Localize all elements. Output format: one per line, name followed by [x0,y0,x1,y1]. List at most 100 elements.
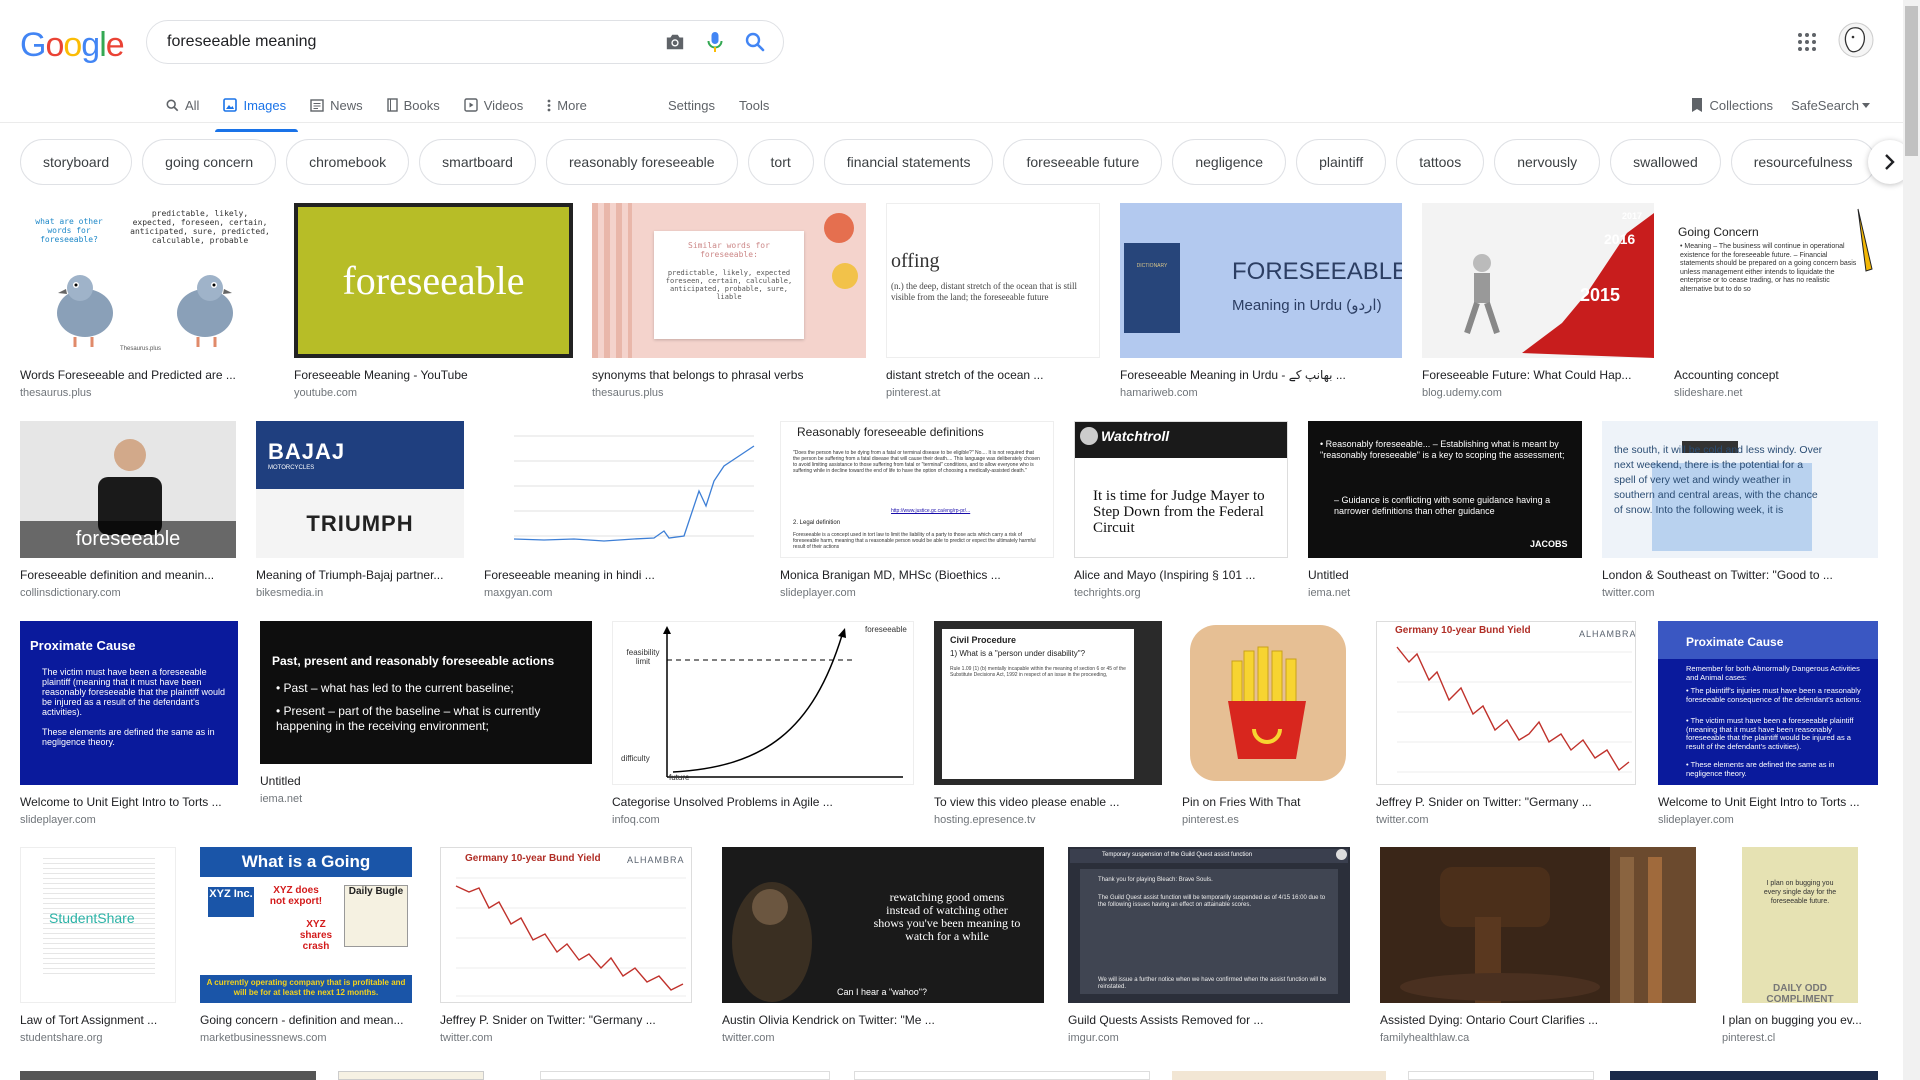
result-domain[interactable]: slideplayer.com [780,587,1054,600]
tab-news[interactable]: News [310,88,375,122]
result-title[interactable]: Accounting concept [1674,368,1880,383]
result-title[interactable]: synonyms that belongs to phrasal verbs [592,368,866,383]
result-thumbnail[interactable] [1172,1071,1386,1080]
result-thumbnail[interactable]: offing (n.) the deep, distant stretch of… [886,203,1100,358]
result-domain[interactable]: infoq.com [612,814,914,827]
result-thumbnail[interactable]: Similar words for foreseeable: predictab… [592,203,866,358]
result-title[interactable]: Untitled [260,774,592,789]
result-domain[interactable]: thesaurus.plus [20,387,274,400]
chip[interactable]: going concern [142,139,277,185]
result-domain[interactable]: techrights.org [1074,587,1288,600]
result-title[interactable]: Jeffrey P. Snider on Twitter: "Germany .… [440,1013,692,1028]
result-thumbnail[interactable] [338,1071,484,1080]
image-result[interactable]: foreseeable Foreseeable Meaning - YouTub… [294,203,573,400]
settings-link[interactable]: Settings [668,88,715,122]
tab-books[interactable]: Books [386,88,452,122]
chip[interactable]: resourcefulness [1730,139,1876,185]
result-domain[interactable]: twitter.com [440,1032,692,1045]
chip[interactable]: smartboard [419,139,536,185]
result-thumbnail[interactable]: rewatching good omens instead of watchin… [722,847,1044,1003]
image-result[interactable]: Foreseeable meaning in hindi ... maxgyan… [484,421,760,600]
result-domain[interactable]: imgur.com [1068,1032,1350,1045]
result-domain[interactable]: familyhealthlaw.ca [1380,1032,1696,1045]
result-title[interactable]: Untitled [1308,568,1582,583]
camera-icon[interactable] [655,22,695,62]
result-domain[interactable]: twitter.com [722,1032,1044,1045]
result-title[interactable]: Foreseeable Meaning in Urdu - بھانپ کے .… [1120,368,1402,383]
tab-all[interactable]: All [166,88,211,122]
collections-link[interactable]: Collections [1691,97,1773,113]
result-thumbnail[interactable]: • Reasonably foreseeable... – Establishi… [1308,421,1582,558]
result-thumbnail[interactable] [1182,621,1352,785]
result-thumbnail[interactable] [854,1071,1150,1080]
result-thumbnail[interactable]: foreseeable [294,203,573,358]
result-title[interactable]: Monica Branigan MD, MHSc (Bioethics ... [780,568,1054,583]
image-result[interactable]: Temporary suspension of the Guild Quest … [1068,847,1350,1045]
chip[interactable]: financial statements [823,139,994,185]
result-title[interactable]: To view this video please enable ... [934,795,1162,810]
chip[interactable]: swallowed [1610,139,1721,185]
account-avatar[interactable] [1838,22,1874,58]
result-title[interactable]: Alice and Mayo (Inspiring § 101 ... [1074,568,1288,583]
result-thumbnail[interactable]: Germany 10-year Bund Yield ALHAMBRA [440,847,692,1003]
result-domain[interactable]: hamariweb.com [1120,387,1402,400]
result-thumbnail[interactable] [1610,1071,1878,1080]
image-result[interactable]: Germany 10-year Bund Yield ALHAMBRA Jeff… [440,847,692,1045]
result-title[interactable]: distant stretch of the ocean ... [886,368,1100,383]
result-thumbnail[interactable]: I plan on bugging you every single day f… [1722,847,1878,1003]
result-title[interactable]: Assisted Dying: Ontario Court Clarifies … [1380,1013,1696,1028]
image-result[interactable]: Going Concern • Meaning – The business w… [1674,203,1880,400]
result-domain[interactable]: marketbusinessnews.com [200,1032,412,1045]
result-thumbnail[interactable]: the south, it will be cold and less wind… [1602,421,1878,558]
result-title[interactable]: Austin Olivia Kendrick on Twitter: "Me .… [722,1013,1044,1028]
result-thumbnail[interactable]: Proximate Cause Remember for both Abnorm… [1658,621,1878,785]
result-title[interactable]: Foreseeable Future: What Could Hap... [1422,368,1654,383]
image-result[interactable]: 2015 2016 2017 Foreseeable Future: What … [1422,203,1654,400]
result-domain[interactable]: bikesmedia.in [256,587,464,600]
result-thumbnail[interactable]: Watchtroll It is time for Judge Mayer to… [1074,421,1288,558]
result-thumbnail[interactable]: 2015 2016 2017 [1422,203,1654,358]
chip[interactable]: plaintiff [1296,139,1387,185]
chip[interactable]: storyboard [20,139,133,185]
result-title[interactable]: Words Foreseeable and Predicted are ... [20,368,274,383]
image-result[interactable]: Germany 10-year Bund Yield ALHAMBRA Jeff… [1376,621,1636,827]
apps-grid-icon[interactable] [1795,30,1819,54]
result-domain[interactable]: hosting.epresence.tv [934,814,1162,827]
image-result[interactable]: Assisted Dying: Ontario Court Clarifies … [1380,847,1696,1045]
image-result[interactable]: Watchtroll It is time for Judge Mayer to… [1074,421,1288,600]
result-thumbnail[interactable]: BAJAJ MOTORCYCLES TRIUMPH [256,421,464,558]
image-result[interactable]: Civil Procedure 1) What is a "person und… [934,621,1162,827]
chip[interactable]: tattoos [1396,139,1485,185]
result-thumbnail[interactable]: Germany 10-year Bund Yield ALHAMBRA [1376,621,1636,785]
result-title[interactable]: Law of Tort Assignment ... [20,1013,176,1028]
result-title[interactable]: Foreseeable Meaning - YouTube [294,368,573,383]
result-domain[interactable]: pinterest.cl [1722,1032,1878,1045]
image-result[interactable]: foreseeable Foreseeable definition and m… [20,421,236,600]
safesearch-dropdown[interactable]: SafeSearch [1791,98,1870,113]
result-thumbnail[interactable] [20,1071,316,1080]
result-domain[interactable]: youtube.com [294,387,573,400]
image-result[interactable]: rewatching good omens instead of watchin… [722,847,1044,1045]
image-result[interactable]: foreseeable feasibility limit difficulty… [612,621,914,827]
image-result[interactable]: BAJAJ MOTORCYCLES TRIUMPH Meaning of Tri… [256,421,464,600]
result-title[interactable]: Going concern - definition and mean... [200,1013,412,1028]
image-result[interactable]: Pin on Fries With That pinterest.es [1182,621,1352,827]
result-domain[interactable]: pinterest.es [1182,814,1352,827]
search-icon[interactable] [735,22,775,62]
tab-more[interactable]: More [547,88,599,122]
image-result[interactable]: what are other words for foreseeable? pr… [20,203,274,400]
image-result[interactable]: Similar words for foreseeable: predictab… [592,203,866,400]
image-result[interactable]: DICTIONARY FORESEEABLE Meaning in Urdu (… [1120,203,1402,400]
result-domain[interactable]: iema.net [1308,587,1582,600]
google-logo[interactable]: Google [20,26,125,65]
result-domain[interactable]: iema.net [260,793,592,806]
image-result[interactable]: Proximate Cause The victim must have bee… [20,621,238,827]
result-domain[interactable]: twitter.com [1602,587,1878,600]
result-domain[interactable]: slideshare.net [1674,387,1880,400]
result-thumbnail[interactable]: What is a Going Concern? XYZ Inc. XYZ do… [200,847,412,1003]
result-thumbnail[interactable]: Temporary suspension of the Guild Quest … [1068,847,1350,1003]
tools-link[interactable]: Tools [739,88,769,122]
result-title[interactable]: I plan on bugging you ev... [1722,1013,1878,1028]
result-thumbnail[interactable]: Civil Procedure 1) What is a "person und… [934,621,1162,785]
result-domain[interactable]: thesaurus.plus [592,387,866,400]
